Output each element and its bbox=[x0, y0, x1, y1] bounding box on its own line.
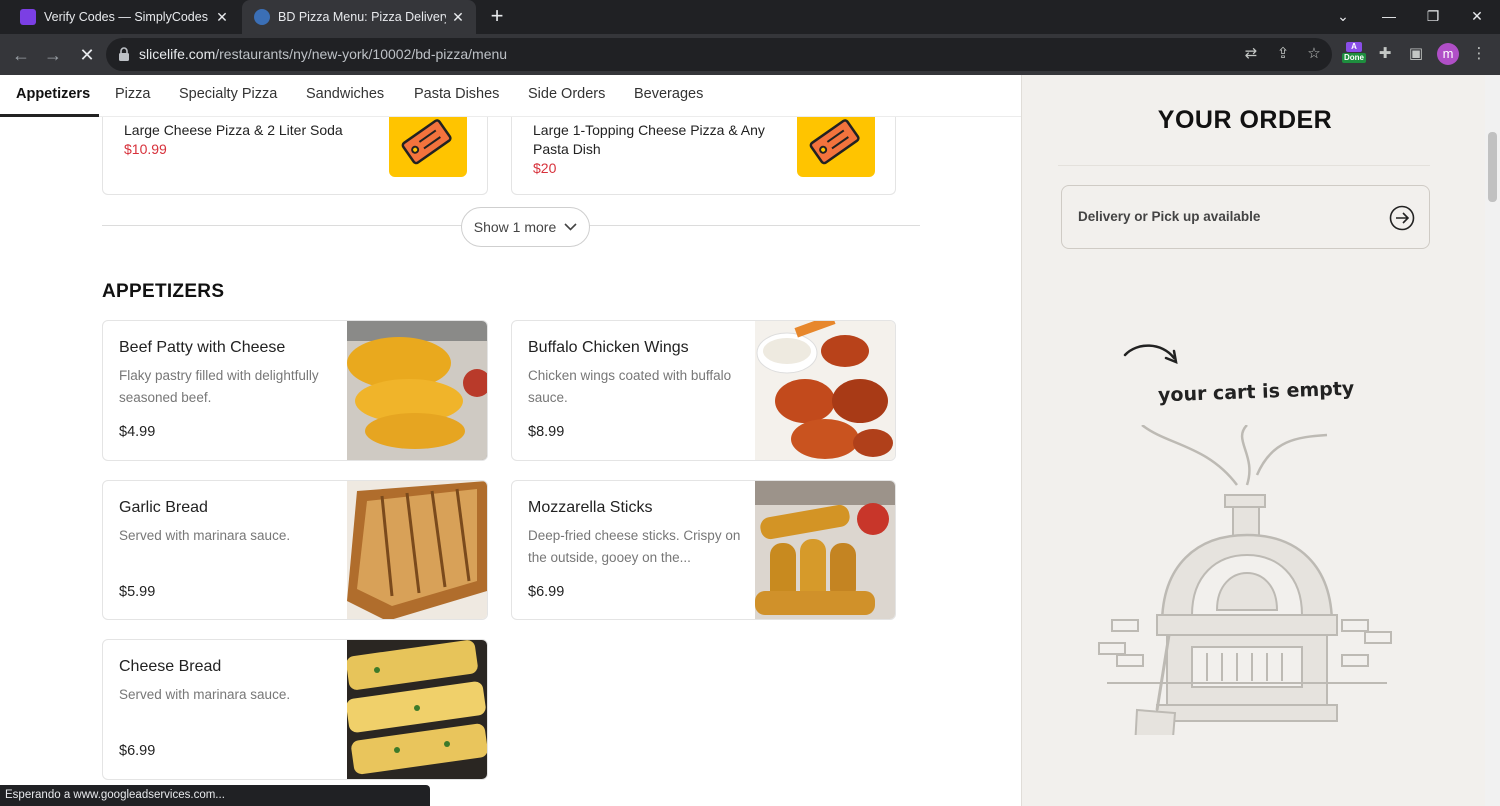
menu-item-card[interactable]: Buffalo Chicken Wings Chicken wings coat… bbox=[511, 320, 896, 461]
coupon-tag-icon bbox=[389, 117, 467, 177]
show-more-button[interactable]: Show 1 more bbox=[461, 207, 590, 247]
extension-badge-icon[interactable]: A Done bbox=[1341, 42, 1367, 64]
coupon-tag-icon bbox=[797, 117, 875, 177]
item-price: $4.99 bbox=[119, 424, 156, 440]
item-description: Served with marinara sauce. bbox=[119, 687, 291, 702]
tab-title: BD Pizza Menu: Pizza Delivery New York bbox=[278, 10, 446, 24]
category-appetizers[interactable]: Appetizers bbox=[16, 86, 90, 102]
tab-search-icon[interactable]: ⌄ bbox=[1320, 0, 1366, 34]
minimize-icon[interactable]: — bbox=[1366, 0, 1412, 34]
order-divider bbox=[1058, 165, 1430, 166]
active-category-underline bbox=[0, 114, 99, 117]
menu-kebab-icon[interactable]: ⋮ bbox=[1468, 43, 1490, 65]
item-description: Deep-fried cheese sticks. Crispy on the … bbox=[528, 528, 741, 565]
item-name: Beef Patty with Cheese bbox=[119, 339, 286, 356]
bookmark-star-icon[interactable]: ☆ bbox=[1303, 43, 1325, 65]
lock-icon bbox=[119, 47, 129, 61]
item-name: Buffalo Chicken Wings bbox=[528, 339, 689, 356]
browser-tab-strip: Verify Codes — SimplyCodes ✕ BD Pizza Me… bbox=[0, 0, 1500, 34]
item-price: $6.99 bbox=[119, 743, 156, 759]
forward-icon[interactable]: → bbox=[40, 42, 66, 68]
item-price: $6.99 bbox=[528, 584, 565, 600]
order-title: YOUR ORDER bbox=[1157, 106, 1333, 134]
restore-icon[interactable]: ❐ bbox=[1410, 0, 1456, 34]
extensions-puzzle-icon[interactable]: ✚ bbox=[1374, 43, 1396, 65]
category-specialty-pizza[interactable]: Specialty Pizza bbox=[179, 86, 277, 102]
new-tab-icon[interactable]: + bbox=[484, 4, 510, 30]
item-description: Flaky pastry filled with delightfully se… bbox=[119, 368, 319, 405]
delivery-text: Delivery or Pick up available bbox=[1078, 209, 1261, 224]
empty-cart-text: your cart is empty bbox=[1157, 377, 1355, 407]
chevron-down-icon bbox=[564, 223, 577, 231]
panel-scrollbar[interactable] bbox=[1485, 75, 1500, 806]
address-bar[interactable]: slicelife.com/restaurants/ny/new-york/10… bbox=[106, 38, 1332, 71]
delivery-option-button[interactable]: Delivery or Pick up available bbox=[1061, 185, 1430, 249]
close-window-icon[interactable]: ✕ bbox=[1454, 0, 1500, 34]
item-price: $5.99 bbox=[119, 584, 156, 600]
url-text: slicelife.com/restaurants/ny/new-york/10… bbox=[139, 46, 508, 62]
simplycodes-favicon-icon bbox=[20, 9, 36, 25]
promo-price: $10.99 bbox=[124, 141, 167, 157]
promo-price: $20 bbox=[533, 160, 557, 176]
category-side-orders[interactable]: Side Orders bbox=[528, 86, 605, 102]
category-pasta-dishes[interactable]: Pasta Dishes bbox=[414, 86, 499, 102]
item-name: Garlic Bread bbox=[119, 499, 208, 516]
tab-title: Verify Codes — SimplyCodes bbox=[44, 10, 208, 24]
promo-card[interactable]: Large Cheese Pizza & 2 Liter Soda $10.99 bbox=[102, 117, 488, 195]
menu-item-card[interactable]: Cheese Bread Served with marinara sauce.… bbox=[102, 639, 488, 780]
close-tab-icon[interactable]: ✕ bbox=[446, 9, 470, 26]
profile-avatar[interactable]: m bbox=[1437, 43, 1459, 65]
promo-title: Large Cheese Pizza & 2 Liter Soda bbox=[124, 122, 343, 138]
translate-icon[interactable]: ⇄ bbox=[1240, 43, 1262, 65]
order-panel: YOUR ORDER Delivery or Pick up available… bbox=[1021, 75, 1500, 806]
item-name: Cheese Bread bbox=[119, 658, 222, 675]
item-name: Mozzarella Sticks bbox=[528, 499, 653, 516]
tab-bd-pizza[interactable]: BD Pizza Menu: Pizza Delivery New York ✕ bbox=[242, 0, 476, 34]
curved-arrow-icon bbox=[1123, 344, 1178, 364]
status-bar: Esperando a www.googleadservices.com... bbox=[0, 785, 430, 806]
pizza-oven-illustration bbox=[1098, 425, 1392, 735]
category-nav: Appetizers Pizza Specialty Pizza Sandwic… bbox=[0, 75, 1021, 117]
slice-favicon-icon bbox=[254, 9, 270, 25]
promo-card[interactable]: Large 1-Topping Cheese Pizza & Any Pasta… bbox=[511, 117, 896, 195]
share-icon[interactable]: ⇪ bbox=[1272, 43, 1294, 65]
category-sandwiches[interactable]: Sandwiches bbox=[306, 86, 384, 102]
menu-item-card[interactable]: Garlic Bread Served with marinara sauce.… bbox=[102, 480, 488, 620]
side-panel-icon[interactable]: ▣ bbox=[1405, 43, 1427, 65]
scrollbar-thumb[interactable] bbox=[1488, 132, 1497, 202]
browser-toolbar: ← → ✕ slicelife.com/restaurants/ny/new-y… bbox=[0, 34, 1500, 75]
category-pizza[interactable]: Pizza bbox=[115, 86, 150, 102]
stop-loading-icon[interactable]: ✕ bbox=[74, 42, 100, 68]
category-beverages[interactable]: Beverages bbox=[634, 86, 703, 102]
section-title: APPETIZERS bbox=[102, 281, 225, 302]
arrow-right-circle-icon bbox=[1389, 205, 1415, 231]
item-description: Served with marinara sauce. bbox=[119, 528, 291, 543]
back-icon[interactable]: ← bbox=[8, 42, 34, 68]
show-more-label: Show 1 more bbox=[473, 219, 557, 235]
chicken-wings-image bbox=[755, 321, 895, 460]
promo-title: Large 1-Topping Cheese Pizza & Any Pasta… bbox=[533, 122, 765, 157]
page-content: Appetizers Pizza Specialty Pizza Sandwic… bbox=[0, 75, 1500, 806]
garlic-bread-image bbox=[347, 481, 487, 619]
tab-simplycodes[interactable]: Verify Codes — SimplyCodes ✕ bbox=[8, 0, 240, 34]
item-description: Chicken wings coated with buffalo sauce. bbox=[528, 368, 732, 405]
mozzarella-sticks-image bbox=[755, 481, 895, 619]
close-tab-icon[interactable]: ✕ bbox=[210, 9, 234, 26]
cheese-bread-image bbox=[347, 640, 487, 779]
menu-item-card[interactable]: Mozzarella Sticks Deep-fried cheese stic… bbox=[511, 480, 896, 620]
beef-patty-image bbox=[347, 321, 487, 460]
menu-item-card[interactable]: Beef Patty with Cheese Flaky pastry fill… bbox=[102, 320, 488, 461]
item-price: $8.99 bbox=[528, 424, 565, 440]
